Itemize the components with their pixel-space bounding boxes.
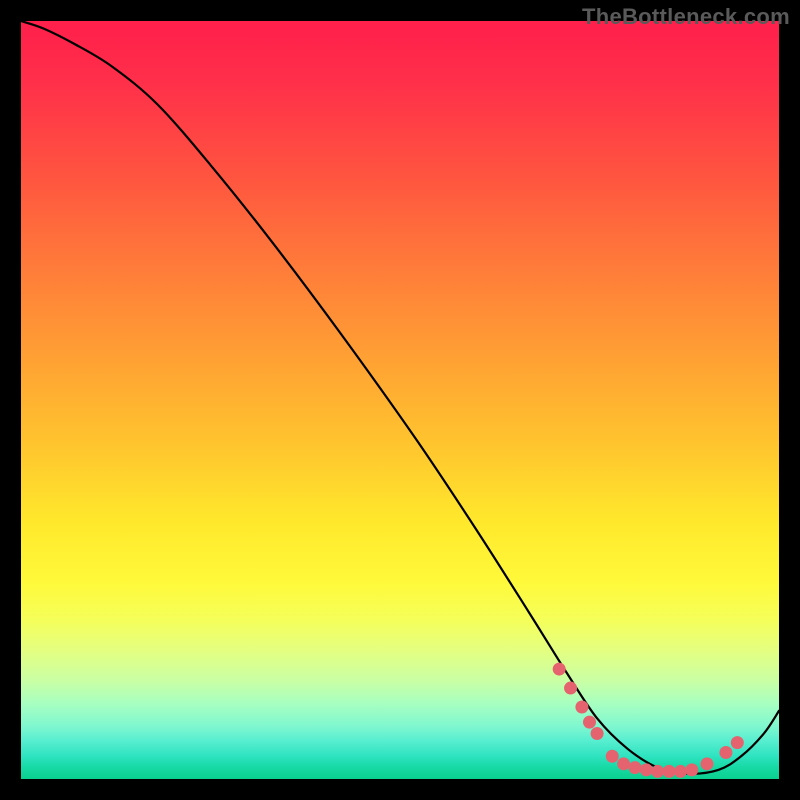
- marker-dot: [731, 736, 744, 749]
- marker-dots: [553, 663, 744, 778]
- marker-dot: [583, 716, 596, 729]
- marker-dot: [628, 761, 641, 774]
- chart-svg: [21, 21, 779, 779]
- marker-dot: [575, 700, 588, 713]
- marker-dot: [606, 750, 619, 763]
- marker-dot: [663, 765, 676, 778]
- marker-dot: [564, 682, 577, 695]
- watermark-text: TheBottleneck.com: [582, 4, 790, 30]
- curve-line: [21, 21, 779, 774]
- marker-dot: [640, 763, 653, 776]
- plot-area: [21, 21, 779, 779]
- marker-dot: [719, 746, 732, 759]
- marker-dot: [591, 727, 604, 740]
- marker-dot: [674, 765, 687, 778]
- marker-dot: [617, 757, 630, 770]
- marker-dot: [685, 763, 698, 776]
- marker-dot: [651, 765, 664, 778]
- marker-dot: [553, 663, 566, 676]
- chart-frame: TheBottleneck.com: [0, 0, 800, 800]
- marker-dot: [700, 757, 713, 770]
